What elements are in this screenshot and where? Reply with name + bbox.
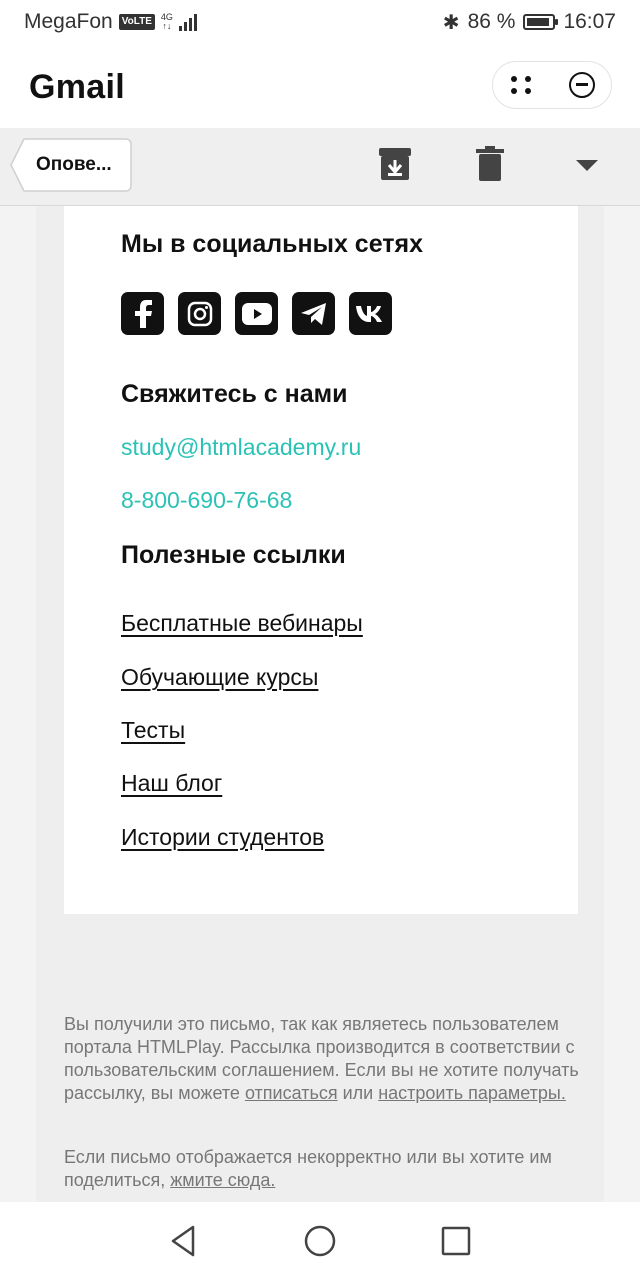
useful-links-heading: Полезные ссылки [121,541,346,569]
link-blog[interactable]: Наш блог [121,770,222,797]
more-options-icon[interactable] [493,61,552,109]
contact-email-link[interactable]: study@htmlacademy.ru [121,434,361,461]
carrier-name: MegaFon [24,10,113,33]
link-student-stories[interactable]: Истории студентов [121,824,324,851]
app-title: Gmail [29,68,125,106]
link-tests[interactable]: Тесты [121,717,185,744]
close-miniapp-icon[interactable] [552,61,611,109]
chevron-down-icon[interactable] [576,160,598,172]
nav-back-icon[interactable] [167,1224,201,1258]
youtube-icon[interactable] [235,292,278,335]
volte-badge: VoLTE [118,14,155,30]
unsubscribe-link[interactable]: отписаться [245,1083,338,1103]
facebook-icon[interactable] [121,292,164,335]
status-bar: MegaFon VoLTE 4G ↑↓ ✱ 86 % 16:07 [0,0,640,44]
view-online-link[interactable]: жмите сюда. [170,1170,275,1190]
mail-toolbar: Опове... [0,128,640,206]
status-left: MegaFon VoLTE 4G ↑↓ [24,10,197,34]
app-header: Gmail [0,44,640,128]
battery-percent: 86 % [467,10,516,33]
nav-home-icon[interactable] [303,1224,337,1258]
link-webinars[interactable]: Бесплатные вебинары [121,610,363,637]
nav-recents-icon[interactable] [439,1224,473,1258]
back-button[interactable]: Опове... [10,138,132,192]
vk-icon[interactable] [349,292,392,335]
footer-view-online: Если письмо отображается некорректно или… [64,1146,584,1192]
network-type: 4G ↑↓ [160,12,173,31]
back-button-label: Опове... [36,154,112,175]
social-links [121,292,392,335]
link-courses[interactable]: Обучающие курсы [121,664,318,691]
footer-notice-conjunction: или [337,1083,379,1103]
social-heading: Мы в социальных сетях [121,230,424,258]
system-nav-bar [0,1202,640,1280]
footer-view-text: Если письмо отображается некорректно или… [64,1147,552,1190]
contact-heading: Свяжитесь с нами [121,380,348,408]
signal-icon [178,13,197,31]
contact-phone-link[interactable]: 8-800-690-76-68 [121,487,292,514]
telegram-icon[interactable] [292,292,335,335]
battery-icon [523,14,559,30]
bluetooth-icon: ✱ [442,11,460,34]
settings-link[interactable]: настроить параметры. [378,1083,566,1103]
miniapp-capsule [492,61,612,109]
footer-notice: Вы получили это письмо, так как являетес… [64,1013,584,1105]
status-right: ✱ 86 % 16:07 [443,10,616,35]
archive-icon[interactable] [377,146,413,182]
email-body: Мы в социальных сетях Свяжитесь с нами s… [0,206,640,1202]
clock: 16:07 [563,10,616,33]
delete-icon[interactable] [476,146,504,182]
instagram-icon[interactable] [178,292,221,335]
